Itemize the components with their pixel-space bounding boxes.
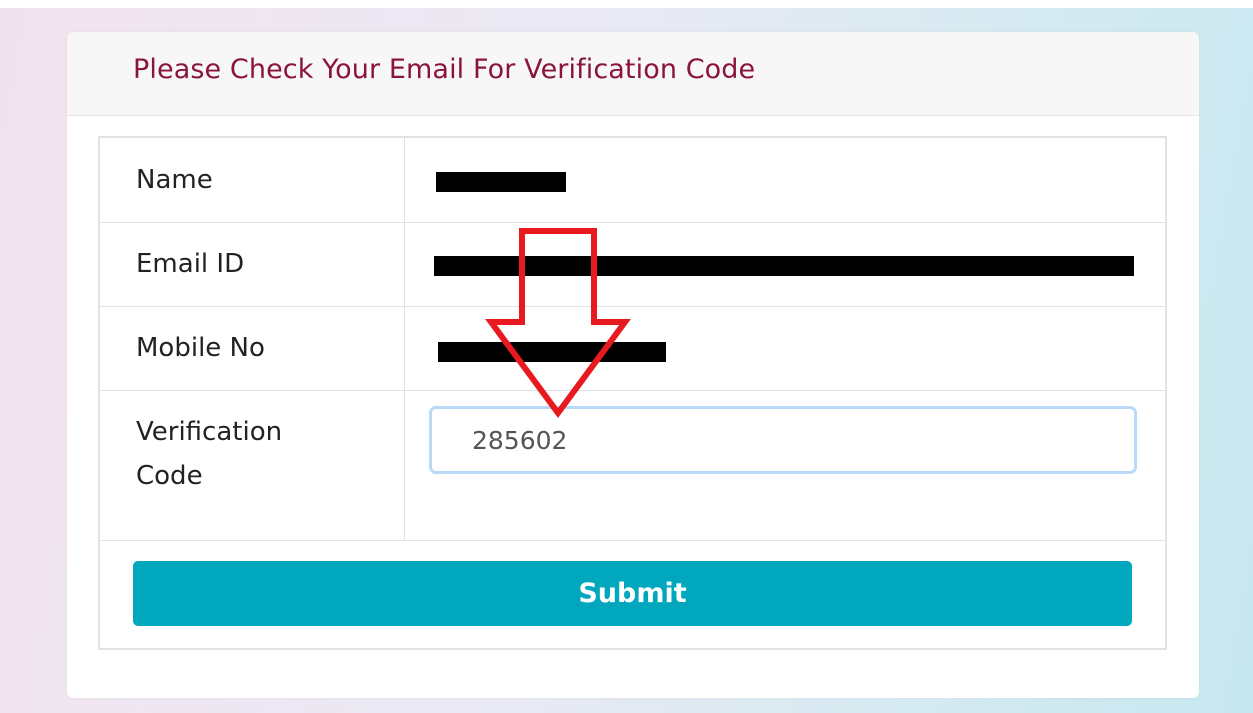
details-table: Name Email ID Mobile No Verification Cod… (98, 136, 1167, 650)
submit-button[interactable]: Submit (133, 561, 1132, 626)
verification-code-label: Verification Code (136, 410, 396, 498)
verification-label-line2: Code (136, 461, 203, 491)
verification-card: Please Check Your Email For Verification… (67, 32, 1199, 698)
email-label: Email ID (136, 249, 245, 279)
submit-row: Submit (100, 540, 1165, 648)
mobile-label: Mobile No (136, 333, 265, 363)
verification-code-input[interactable] (429, 406, 1137, 474)
name-value-redacted (436, 172, 566, 192)
table-row-mobile: Mobile No (100, 306, 1165, 391)
table-row-email: Email ID (100, 222, 1165, 307)
table-row-name: Name (100, 138, 1165, 223)
page-title: Please Check Your Email For Verification… (133, 54, 756, 85)
mobile-value-redacted (438, 342, 666, 362)
top-strip (0, 0, 1253, 8)
table-row-verification: Verification Code (100, 390, 1165, 541)
card-header: Please Check Your Email For Verification… (67, 32, 1199, 116)
name-label: Name (136, 165, 213, 195)
verification-label-line1: Verification (136, 417, 283, 447)
email-value-redacted (434, 256, 1134, 276)
